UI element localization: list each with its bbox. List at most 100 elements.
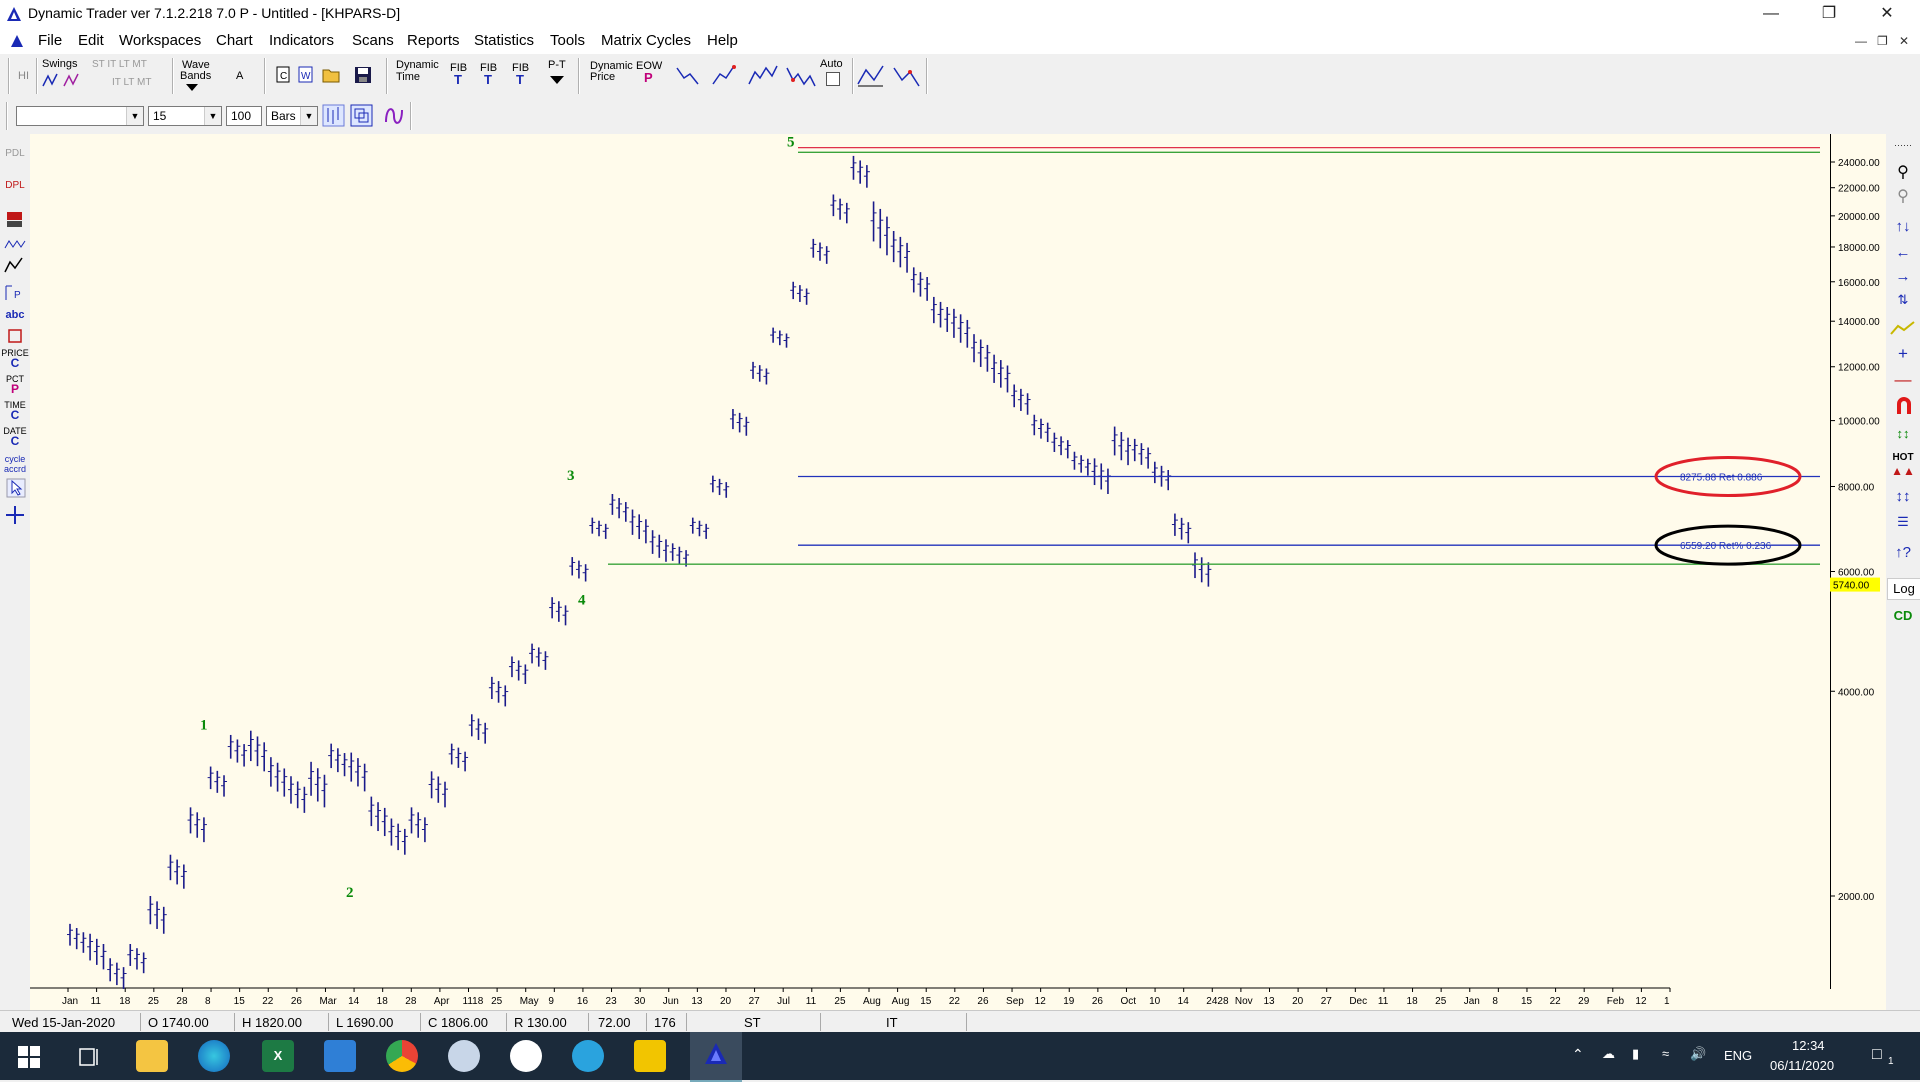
menu-tools[interactable]: Tools [550, 32, 585, 49]
bars-unit-combo[interactable]: Bars ▼ [266, 106, 318, 126]
open-folder-icon[interactable] [322, 66, 342, 84]
menu-reports[interactable]: Reports [407, 32, 460, 49]
eow-p-label[interactable]: P [644, 71, 653, 84]
pointer-icon[interactable] [6, 478, 26, 498]
price-c-tool[interactable]: C [1, 357, 29, 369]
hot-key-label[interactable]: HOT [1888, 452, 1918, 463]
notification-icon[interactable]: □ [1872, 1046, 1882, 1064]
tray-chevron-icon[interactable]: ⌃ [1572, 1046, 1584, 1063]
period-combo[interactable]: 15 ▼ [148, 106, 222, 126]
zoom-in-icon[interactable]: ⚲ [1888, 162, 1918, 182]
pdl-tool[interactable]: PDL [1, 148, 29, 159]
tray-wifi-icon[interactable]: ≈ [1662, 1046, 1669, 1061]
menu-statistics[interactable]: Statistics [474, 32, 534, 49]
excel-icon[interactable]: X [262, 1040, 294, 1072]
cd-button[interactable]: CD [1888, 608, 1918, 623]
zoom-out-icon[interactable]: ⚲ [1888, 186, 1918, 206]
app-triangle-icon[interactable] [510, 1040, 542, 1072]
menu-chart[interactable]: Chart [216, 32, 253, 49]
range-icon[interactable]: ↕↕ [1888, 488, 1918, 505]
tray-volume-icon[interactable]: 🔊 [1690, 1046, 1706, 1062]
scroll-indicator-icon[interactable]: ⋯⋯ [1888, 140, 1918, 151]
chevron-down-icon[interactable]: ▼ [300, 107, 317, 125]
dynamic-time-label-1[interactable]: Dynamic [396, 59, 439, 71]
accrd-label[interactable]: accrd [1, 464, 29, 475]
file-explorer-icon[interactable] [136, 1040, 168, 1072]
copy-icon[interactable]: C [276, 66, 292, 84]
mdi-restore-button[interactable]: ❐ [1877, 34, 1888, 48]
task-view-icon[interactable] [78, 1046, 100, 1068]
chevron-down-icon[interactable]: ▼ [204, 107, 221, 125]
time-c-tool[interactable]: C [1, 409, 29, 421]
mdi-minimize-button[interactable]: — [1855, 34, 1867, 48]
minimize-button[interactable]: — [1748, 0, 1794, 28]
abc-up-icon[interactable] [712, 64, 738, 88]
st-it-lt-mt-label[interactable]: ST IT LT MT [92, 59, 147, 71]
hot-key-icon[interactable]: ▲▲ [1888, 464, 1918, 478]
expand-vertical-icon[interactable]: ↑↓ [1888, 218, 1918, 235]
scroll-right-icon[interactable]: → [1888, 268, 1918, 285]
fib-time-2-t[interactable]: T [484, 73, 492, 86]
log-scale-button[interactable]: Log [1887, 578, 1920, 600]
projection-1-icon[interactable] [856, 64, 886, 90]
windows-start-icon[interactable] [18, 1046, 40, 1068]
mail-icon[interactable] [324, 1040, 356, 1072]
pt-dropdown-icon[interactable] [550, 76, 564, 85]
tray-battery-icon[interactable]: ▮ [1632, 1046, 1639, 1062]
eraser-icon[interactable] [5, 208, 25, 230]
it-lt-mt-label[interactable]: IT LT MT [112, 77, 151, 89]
auto-checkbox[interactable] [826, 72, 840, 86]
app-yellow-icon[interactable] [634, 1040, 666, 1072]
tray-language[interactable]: ENG [1724, 1048, 1752, 1063]
date-c-tool[interactable]: C [1, 435, 29, 447]
wave-pattern-2-icon[interactable] [786, 64, 816, 88]
tray-date[interactable]: 06/11/2020 [1770, 1058, 1834, 1073]
scroll-left-icon[interactable]: ← [1888, 244, 1918, 261]
menu-workspaces[interactable]: Workspaces [119, 32, 201, 49]
menu-scans[interactable]: Scans [352, 32, 394, 49]
menu-matrix-cycles[interactable]: Matrix Cycles [601, 32, 691, 49]
telegram-icon[interactable] [572, 1040, 604, 1072]
mdi-close-button[interactable]: ✕ [1899, 34, 1909, 48]
menu-edit[interactable]: Edit [78, 32, 104, 49]
fib-time-1-t[interactable]: T [454, 73, 462, 86]
wave-pattern-1-icon[interactable] [748, 64, 778, 88]
tray-network-error-icon[interactable]: ☁ [1602, 1046, 1615, 1062]
symbol-combo[interactable]: ▼ [16, 106, 144, 126]
abc-down-icon[interactable] [676, 64, 702, 88]
dpl-tool[interactable]: DPL [1, 180, 29, 191]
a-button[interactable]: A [236, 70, 243, 82]
swings-icon[interactable] [42, 72, 84, 88]
dynamic-time-label-2[interactable]: Time [396, 71, 420, 83]
chart-canvas[interactable]: Jan 11 18 25 28 8 15 22 26 Mar 14 18 28 Apr 1118 25 May 9… [30, 134, 1830, 1010]
chart-layout-2-icon[interactable] [350, 104, 374, 128]
wave-bands-dropdown-icon[interactable] [186, 84, 198, 92]
projection-2-icon[interactable] [892, 64, 922, 90]
bars-count-input[interactable]: 100 [226, 106, 262, 126]
magnet-icon[interactable] [1894, 396, 1914, 416]
spread-icon[interactable]: ☰ [1888, 514, 1918, 530]
wave-line-icon[interactable] [4, 238, 26, 252]
chart-layout-1-icon[interactable] [322, 104, 346, 128]
crosshair-icon[interactable] [4, 504, 26, 526]
dynamic-price-label-2[interactable]: Price [590, 71, 615, 83]
price-chart[interactable]: Jan 11 18 25 28 8 15 22 26 Mar 14 18 28 Apr 1118 25 May 9… [30, 134, 1830, 1010]
chrome-icon[interactable] [386, 1040, 418, 1072]
pt-label[interactable]: P-T [548, 59, 566, 71]
price-axis[interactable]: 24000.00 22000.00 20000.00 18000.00 16000.00… [1830, 134, 1886, 1010]
edge-icon[interactable] [198, 1040, 230, 1072]
menu-file[interactable]: File [38, 32, 62, 49]
rectangle-icon[interactable] [7, 328, 23, 344]
price-text-icon[interactable]: P [4, 284, 26, 302]
vertical-arrows-icon[interactable]: ↕↕ [1888, 426, 1918, 441]
maximize-button[interactable]: ❐ [1806, 0, 1852, 28]
save-icon[interactable] [354, 66, 372, 84]
hi-button[interactable]: HI [18, 70, 29, 82]
close-button[interactable]: ✕ [1864, 0, 1910, 28]
trend-line-icon[interactable] [1890, 320, 1916, 336]
dynamic-trader-taskbar-button[interactable] [690, 1032, 742, 1082]
chevron-down-icon[interactable]: ▼ [126, 107, 143, 125]
pct-p-tool[interactable]: P [1, 383, 29, 395]
menu-indicators[interactable]: Indicators [269, 32, 334, 49]
wave-bands-label-2[interactable]: Bands [180, 70, 211, 82]
